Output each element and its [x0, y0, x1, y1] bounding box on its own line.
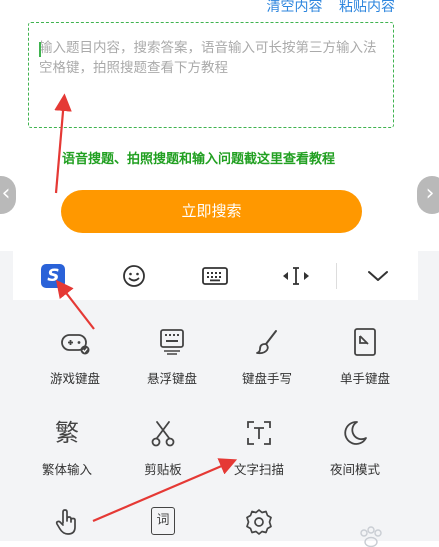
moon-icon: [344, 421, 367, 445]
tool-one-hand-keyboard[interactable]: 单手键盘: [310, 327, 420, 387]
tool-label: 繁体输入: [41, 462, 92, 477]
tool-dictionary[interactable]: 词: [108, 507, 218, 535]
tool-label: 剪贴板: [144, 462, 182, 477]
tool-text-scan[interactable]: 文字扫描: [204, 418, 314, 478]
tool-label: 夜间模式: [329, 462, 380, 477]
text-cursor: [39, 42, 41, 57]
emoji-button[interactable]: [94, 251, 175, 300]
tool-handwriting[interactable]: 键盘手写: [212, 327, 322, 387]
settings-icon: [246, 509, 272, 535]
tool-game-keyboard[interactable]: 游戏键盘: [20, 327, 130, 387]
tool-label: 键盘手写: [241, 371, 292, 386]
gamepad-icon: [61, 334, 90, 355]
gesture-icon: [55, 509, 76, 535]
cursor-move-icon: [282, 266, 309, 285]
keyboard-panel: S 游戏键盘 悬浮键盘 键盘手写 单手键盘 繁 繁体输入 剪贴板 文字扫描 夜间…: [0, 251, 439, 547]
search-now-button[interactable]: 立即搜索: [61, 190, 362, 233]
sogou-logo-icon: S: [41, 263, 66, 288]
emoji-icon: [123, 264, 146, 287]
tutorial-link[interactable]: 语音搜题、拍照搜题和输入问题截这里查看教程: [62, 148, 335, 167]
one-hand-icon: [354, 328, 376, 356]
tool-label: 文字扫描: [233, 462, 284, 477]
tool-label: 游戏键盘: [49, 371, 100, 386]
next-arrow-button[interactable]: ›: [417, 176, 439, 214]
clear-content-link[interactable]: 清空内容: [267, 0, 323, 15]
keyboard-icon: [202, 266, 228, 285]
tool-clipboard[interactable]: 剪贴板: [108, 418, 218, 478]
floating-keyboard-icon: [160, 329, 184, 355]
chevron-right-icon: ›: [425, 181, 435, 206]
traditional-char-icon: 繁: [55, 419, 79, 447]
collapse-keyboard-button[interactable]: [337, 251, 418, 300]
paw-watermark-icon: [360, 526, 382, 547]
tool-label: 悬浮键盘: [146, 371, 197, 386]
keyboard-toolbar: S: [13, 251, 418, 300]
keyboard-switch-button[interactable]: [175, 251, 256, 300]
question-input[interactable]: 输入题目内容，搜索答案，语音输入可长按第三方输入法空格键，拍照搜题查看下方教程: [28, 22, 394, 128]
scissors-icon: [151, 421, 175, 447]
dictionary-icon: 词: [151, 507, 175, 535]
chevron-left-icon: ‹: [1, 181, 11, 206]
prev-arrow-button[interactable]: ‹: [0, 176, 16, 214]
input-placeholder: 输入题目内容，搜索答案，语音输入可长按第三方输入法空格键，拍照搜题查看下方教程: [39, 40, 377, 76]
top-actions: 清空内容 粘贴内容: [255, 0, 395, 16]
paste-content-link[interactable]: 粘贴内容: [339, 0, 395, 15]
sogou-menu-button[interactable]: S: [13, 251, 94, 300]
tool-night-mode[interactable]: 夜间模式: [300, 418, 410, 478]
brush-icon: [256, 330, 277, 355]
tool-settings[interactable]: [204, 507, 314, 537]
cursor-move-button[interactable]: [255, 251, 336, 300]
chevron-down-icon: [367, 270, 388, 281]
tool-gesture[interactable]: [12, 507, 122, 537]
tool-floating-keyboard[interactable]: 悬浮键盘: [117, 327, 227, 387]
text-scan-icon: [247, 421, 271, 445]
tool-label: 单手键盘: [339, 371, 390, 386]
tool-traditional-input[interactable]: 繁 繁体输入: [12, 418, 122, 478]
